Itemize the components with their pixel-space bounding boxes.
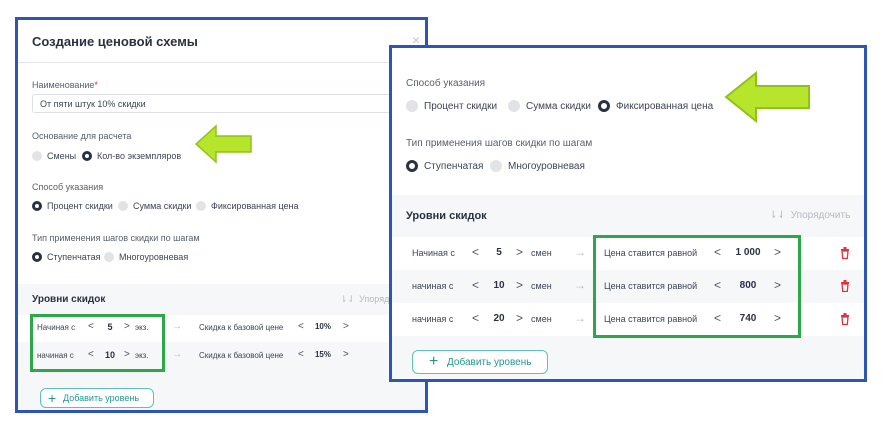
delete-icon[interactable] (840, 313, 850, 325)
levels-section: Уровни скидок ⇂⇃ Упорядочить Начиная с < … (392, 195, 864, 379)
plus-icon: + (429, 353, 439, 370)
radio-stepped-label: Ступенчатая (424, 161, 484, 172)
radio-multilevel[interactable] (490, 160, 502, 172)
radio-copies-label: Кол-во экземпляров (97, 151, 182, 161)
radio-fixed-label: Фиксированная цена (211, 201, 299, 211)
radio-fixed[interactable] (598, 100, 610, 112)
add-level-button[interactable]: + Добавить уровень (412, 350, 548, 374)
radio-sum[interactable] (508, 100, 520, 112)
highlight-box (593, 235, 801, 338)
arrow-right-icon: → (574, 278, 586, 292)
price-scheme-detail-panel: Способ указания Процент скидки Сумма ски… (389, 45, 867, 382)
radio-percent-label: Процент скидки (424, 101, 498, 112)
create-price-scheme-dialog: Создание ценовой схемы × Наименование* О… (15, 17, 428, 413)
sort-button[interactable]: ⇂⇃ Упорядо (340, 294, 394, 305)
chevron-right-icon[interactable]: > (516, 278, 523, 292)
radio-sum[interactable] (118, 201, 128, 211)
arrow-right-icon: → (574, 245, 586, 259)
radio-multilevel[interactable] (104, 252, 114, 262)
delete-icon[interactable] (840, 247, 850, 259)
levels-section: Уровни скидок ⇂⇃ Упорядо Начиная с < 5 > … (18, 284, 425, 410)
chevron-right-icon[interactable]: > (343, 349, 349, 360)
radio-fixed-label: Фиксированная цена (616, 101, 714, 112)
radio-stepped[interactable] (406, 160, 418, 172)
chevron-right-icon[interactable]: > (516, 311, 523, 325)
discount-value[interactable]: 15% (310, 350, 336, 359)
levels-title: Уровни скидок (406, 210, 487, 222)
basis-label: Основание для расчета (32, 131, 132, 141)
levels-title: Уровни скидок (32, 294, 106, 305)
arrow-right-icon: → (172, 349, 182, 360)
radio-sum-label: Сумма скидки (526, 101, 591, 112)
divider (18, 62, 425, 63)
arrow-right-icon: → (574, 311, 586, 325)
radio-multilevel-label: Многоуровневая (508, 161, 585, 172)
radio-shifts[interactable] (32, 151, 42, 161)
qty-value[interactable]: 5 (487, 247, 511, 258)
highlight-box (30, 314, 165, 372)
radio-copies[interactable] (82, 151, 92, 161)
radio-percent-label: Процент скидки (47, 201, 113, 211)
type-label: Тип применения шагов скидки по шагам (32, 233, 200, 243)
radio-sum-label: Сумма скидки (133, 201, 192, 211)
chevron-left-icon[interactable]: < (472, 278, 479, 292)
dialog-title: Создание ценовой схемы (32, 34, 198, 49)
method-label: Способ указания (32, 182, 104, 192)
radio-percent[interactable] (32, 201, 42, 211)
pointer-arrow-icon (194, 124, 252, 164)
delete-icon[interactable] (840, 280, 850, 292)
name-label: Наименование* (32, 80, 98, 90)
radio-fixed[interactable] (196, 201, 206, 211)
radio-multilevel-label: Многоуровневая (119, 252, 189, 262)
chevron-left-icon[interactable]: < (298, 321, 304, 332)
arrow-right-icon: → (172, 321, 182, 332)
qty-value[interactable]: 20 (487, 313, 511, 324)
pointer-arrow-icon (724, 71, 810, 123)
qty-value[interactable]: 10 (487, 280, 511, 291)
discount-value[interactable]: 10% (310, 322, 336, 331)
plus-icon: + (48, 390, 57, 406)
radio-percent[interactable] (406, 100, 418, 112)
name-input[interactable]: От пяти штук 10% скидки (32, 94, 417, 113)
chevron-left-icon[interactable]: < (472, 245, 479, 259)
radio-stepped-label: Ступенчатая (47, 252, 101, 262)
chevron-left-icon[interactable]: < (298, 349, 304, 360)
type-label: Тип применения шагов скидки по шагам (406, 138, 593, 149)
chevron-left-icon[interactable]: < (472, 311, 479, 325)
add-level-button[interactable]: + Добавить уровень (40, 388, 154, 408)
radio-stepped[interactable] (32, 252, 42, 262)
chevron-right-icon[interactable]: > (343, 321, 349, 332)
sort-button[interactable]: ⇂⇃ Упорядочить (769, 210, 850, 221)
method-label: Способ указания (406, 78, 486, 89)
chevron-right-icon[interactable]: > (516, 245, 523, 259)
radio-shifts-label: Смены (47, 151, 77, 161)
